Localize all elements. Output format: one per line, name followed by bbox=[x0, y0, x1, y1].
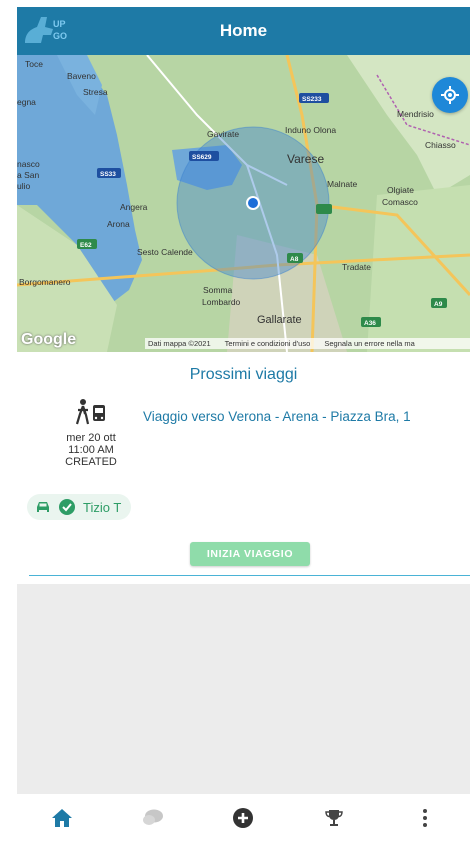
crosshair-icon bbox=[441, 86, 459, 104]
map-attribution: Dati mappa ©2021 Termini e condizioni d'… bbox=[145, 338, 470, 349]
trophy-icon bbox=[325, 810, 343, 826]
start-trip-button[interactable]: INIZIA VIAGGIO bbox=[190, 542, 310, 566]
trip-summary: mer 20 ott 11:00 AM CREATED bbox=[51, 398, 131, 468]
nav-home[interactable] bbox=[42, 798, 82, 838]
map-canvas: Toce Baveno Stresa Mendrisio Chiasso Gav… bbox=[17, 55, 470, 352]
home-icon bbox=[52, 809, 73, 827]
map-data-credit: Dati mappa ©2021 bbox=[148, 339, 211, 348]
chat-icon bbox=[142, 809, 163, 825]
app: UP GO Home Toce Baveno Stresa Mendrisio … bbox=[0, 0, 470, 842]
road-badge: SS33 bbox=[100, 171, 116, 178]
map-label: Malnate bbox=[327, 179, 358, 189]
trip-status: CREATED bbox=[65, 456, 117, 468]
map-label: Induno Olona bbox=[285, 125, 336, 135]
nav-rewards[interactable] bbox=[314, 798, 354, 838]
map-label: ulio bbox=[17, 181, 31, 191]
map-label: Tradate bbox=[342, 262, 371, 272]
page-title: Home bbox=[219, 21, 268, 40]
map-label: Lombardo bbox=[202, 297, 241, 307]
walk-to-bus-icon bbox=[75, 399, 105, 425]
map-label: Sesto Calende bbox=[137, 247, 193, 257]
road-badge: SS629 bbox=[192, 154, 212, 161]
car-icon bbox=[37, 502, 49, 512]
map-terms-link[interactable]: Termini e condizioni d'uso bbox=[225, 339, 311, 348]
map-report-link[interactable]: Segnala un errore nella ma bbox=[324, 339, 414, 348]
map-label: Angera bbox=[120, 202, 148, 212]
map-label: Gavirate bbox=[207, 129, 239, 139]
map-label: egna bbox=[17, 97, 36, 107]
map-label: Olgiate bbox=[387, 185, 414, 195]
map-label: Somma bbox=[203, 285, 233, 295]
road-badge: A8 bbox=[290, 256, 299, 263]
google-logo: Google bbox=[21, 331, 77, 348]
add-icon bbox=[233, 808, 254, 828]
nav-add[interactable] bbox=[223, 798, 263, 838]
map-label: Stresa bbox=[83, 87, 108, 97]
empty-content-area bbox=[17, 584, 470, 794]
map-label: Comasco bbox=[382, 197, 418, 207]
nav-more[interactable] bbox=[405, 798, 445, 838]
bottom-navigation bbox=[17, 794, 470, 842]
app-header: UP GO Home bbox=[17, 7, 470, 55]
map-label: Chiasso bbox=[425, 140, 456, 150]
map-label: nasco bbox=[17, 159, 40, 169]
driver-chip[interactable]: Tizio T bbox=[27, 494, 132, 520]
map-label: Borgomanero bbox=[19, 277, 71, 287]
upcoming-trips-title: Prossimi viaggi bbox=[189, 366, 298, 383]
trip-date: mer 20 ott bbox=[66, 432, 116, 444]
map-label: Gallarate bbox=[257, 314, 302, 326]
road-badge: A9 bbox=[434, 301, 443, 308]
section-divider bbox=[29, 575, 470, 576]
nav-chat[interactable] bbox=[133, 798, 173, 838]
driver-name: Tizio T bbox=[83, 499, 122, 515]
svg-text:GO: GO bbox=[53, 31, 67, 41]
svg-text:UP: UP bbox=[53, 19, 66, 29]
road-badge: A36 bbox=[364, 320, 376, 327]
more-icon bbox=[422, 809, 427, 827]
trip-card[interactable]: mer 20 ott 11:00 AM CREATED Viaggio vers… bbox=[17, 398, 470, 566]
trip-destination[interactable]: Viaggio verso Verona - Arena - Piazza Br… bbox=[143, 409, 411, 424]
map-view[interactable]: Toce Baveno Stresa Mendrisio Chiasso Gav… bbox=[17, 55, 470, 352]
up-go-logo-icon: UP GO bbox=[25, 17, 67, 43]
map-label: Arona bbox=[107, 219, 130, 229]
road-badge: SS233 bbox=[302, 96, 322, 103]
my-location-button[interactable] bbox=[432, 77, 468, 113]
map-label: Toce bbox=[25, 59, 43, 69]
map-label: Varese bbox=[287, 152, 324, 166]
trip-time: 11:00 AM bbox=[68, 444, 114, 456]
check-circle-icon bbox=[59, 499, 75, 515]
road-badge: E62 bbox=[80, 242, 92, 249]
map-label: Baveno bbox=[67, 71, 96, 81]
map-label: Mendrisio bbox=[397, 109, 434, 119]
map-label: a San bbox=[17, 170, 39, 180]
